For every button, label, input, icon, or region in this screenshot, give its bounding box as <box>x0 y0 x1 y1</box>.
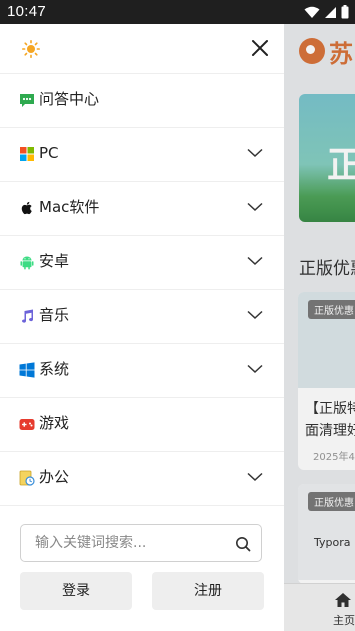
menu-item-pc[interactable]: PC <box>0 127 284 182</box>
signal-icon <box>325 6 336 18</box>
status-bar: 10:47 <box>0 0 355 24</box>
menu-label: PC <box>39 144 59 162</box>
menu-item-music[interactable]: 音乐 <box>0 289 284 344</box>
drawer-overlay[interactable] <box>284 24 355 631</box>
search-icon[interactable] <box>235 536 251 552</box>
gamepad-icon <box>19 419 35 430</box>
apple-logo-icon <box>21 201 32 215</box>
chevron-down-icon[interactable] <box>247 256 263 266</box>
register-button[interactable]: 注册 <box>152 572 264 610</box>
music-note-icon <box>22 309 34 323</box>
chevron-down-icon[interactable] <box>247 472 263 482</box>
menu-label: 问答中心 <box>39 90 100 108</box>
sun-icon[interactable] <box>22 40 40 58</box>
menu-label: 安卓 <box>39 252 70 270</box>
wifi-icon <box>304 6 320 18</box>
chat-bubble-icon <box>20 94 34 107</box>
menu-item-office[interactable]: 办公 <box>0 451 284 506</box>
android-logo-icon <box>20 256 34 270</box>
battery-icon <box>341 5 349 19</box>
menu-label: 办公 <box>39 468 70 486</box>
status-time: 10:47 <box>7 3 47 20</box>
menu-item-games[interactable]: 游戏 <box>0 397 284 452</box>
menu-item-system[interactable]: 系统 <box>0 343 284 398</box>
chevron-down-icon[interactable] <box>247 148 263 158</box>
search-box <box>20 524 262 562</box>
login-button[interactable]: 登录 <box>20 572 132 610</box>
chevron-down-icon[interactable] <box>247 364 263 374</box>
search-input[interactable] <box>35 533 225 553</box>
menu-label: 音乐 <box>39 306 70 324</box>
chevron-down-icon[interactable] <box>247 202 263 212</box>
menu-label: 游戏 <box>39 414 70 432</box>
windows-logo-icon <box>20 147 34 161</box>
side-drawer: 问答中心 PC Mac软件 安卓 音乐 系统 游戏 办公 登录 <box>0 24 284 631</box>
office-document-icon <box>19 470 35 486</box>
menu-item-mac[interactable]: Mac软件 <box>0 181 284 236</box>
close-icon[interactable] <box>250 38 270 58</box>
menu-item-android[interactable]: 安卓 <box>0 235 284 290</box>
status-icons <box>304 5 349 19</box>
menu-label: Mac软件 <box>39 198 100 216</box>
windows-logo-icon <box>19 362 35 378</box>
drawer-header <box>0 24 284 74</box>
menu-item-qa[interactable]: 问答中心 <box>0 73 284 128</box>
chevron-down-icon[interactable] <box>247 310 263 320</box>
menu-label: 系统 <box>39 360 70 378</box>
